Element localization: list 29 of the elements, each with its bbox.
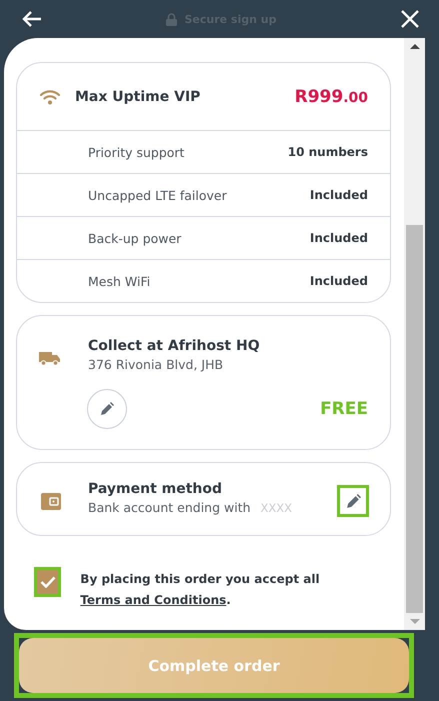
feature-value: 10 numbers xyxy=(288,145,368,159)
edit-button[interactable] xyxy=(87,389,127,429)
terms-text: By placing this order you accept all Terms and Conditions. xyxy=(80,571,321,609)
payment-title: Payment method xyxy=(88,481,224,497)
plan-price: R999.00 xyxy=(294,86,368,106)
feature-label: Uncapped LTE failover xyxy=(88,188,227,202)
pencil-icon xyxy=(100,402,114,416)
close-icon[interactable] xyxy=(400,10,419,28)
feature-label: Back-up power xyxy=(88,230,182,246)
edit-button[interactable] xyxy=(337,485,369,517)
delivery-price: FREE xyxy=(320,399,368,419)
scrollbar[interactable] xyxy=(404,38,425,630)
plan-name: Max Uptime VIP xyxy=(75,88,202,104)
feature-value: Included xyxy=(310,231,368,245)
delivery-title: Collect at Afrihost HQ xyxy=(88,338,260,354)
truck-icon xyxy=(39,350,61,366)
pencil-icon xyxy=(346,494,360,508)
feature-label: Priority support xyxy=(88,144,184,160)
terms-link[interactable]: Terms and Conditions xyxy=(80,593,226,607)
wallet-icon xyxy=(41,493,61,510)
feature-value: Included xyxy=(310,188,368,202)
lock-icon xyxy=(166,12,178,26)
delivery-address: 376 Rivonia Blvd, JHB xyxy=(88,357,224,372)
back-icon[interactable] xyxy=(22,10,42,28)
feature-label: Mesh WiFi xyxy=(88,274,150,288)
feature-value: Included xyxy=(310,274,368,288)
check-icon xyxy=(40,576,56,588)
terms-checkbox[interactable] xyxy=(34,567,62,597)
wifi-icon xyxy=(39,88,61,104)
